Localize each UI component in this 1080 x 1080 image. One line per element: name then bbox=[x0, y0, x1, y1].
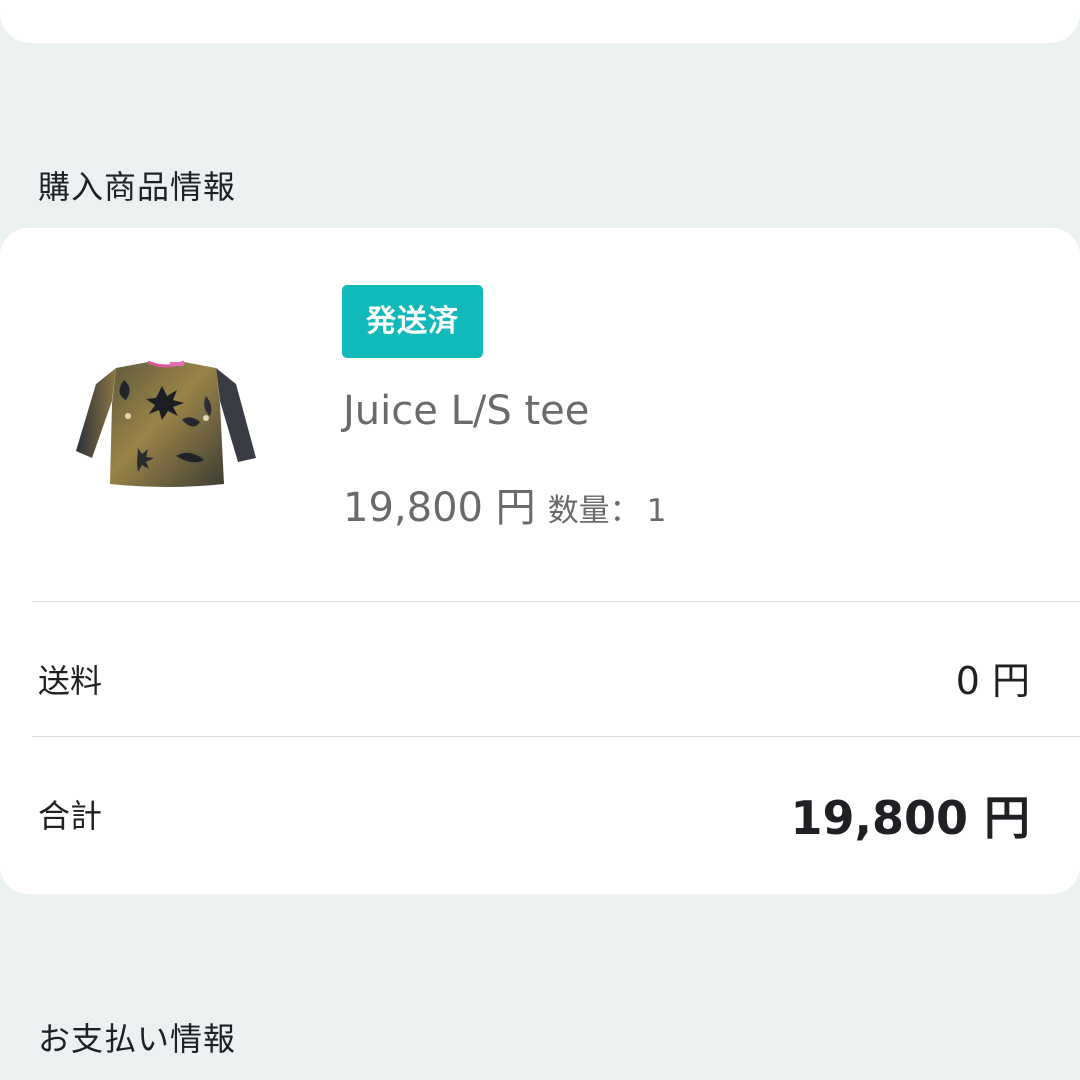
unit-price: 19,800 円 bbox=[343, 485, 536, 531]
divider bbox=[32, 601, 1080, 602]
status-badge: 発送済 bbox=[342, 285, 483, 358]
shipping-fee-label: 送料 bbox=[38, 662, 103, 700]
payment-info-heading: お支払い情報 bbox=[38, 1020, 237, 1058]
price-quantity-row: 19,800 円数量： 1 bbox=[343, 483, 666, 541]
quantity-value: 1 bbox=[646, 493, 667, 529]
divider bbox=[32, 736, 1080, 737]
quantity-label: 数量： bbox=[547, 493, 641, 529]
previous-section-card bbox=[0, 0, 1080, 43]
tie-dye-long-sleeve-tee-icon[interactable] bbox=[66, 356, 266, 506]
purchase-info-heading: 購入商品情報 bbox=[38, 168, 237, 206]
total-label: 合計 bbox=[38, 797, 103, 835]
purchase-detail-page: 購入商品情報 発送済 Juice L/S tee 19,800 円 数量： 1 … bbox=[0, 0, 1080, 1080]
shipping-fee-value: 0 円 bbox=[955, 659, 1030, 703]
total-value: 19,800 円 bbox=[790, 791, 1030, 845]
product-name[interactable]: Juice L/S tee bbox=[343, 386, 589, 436]
purchased-item-card: 発送済 Juice L/S tee 19,800 円数量： 1 送料 0 円 合計… bbox=[0, 228, 1080, 894]
